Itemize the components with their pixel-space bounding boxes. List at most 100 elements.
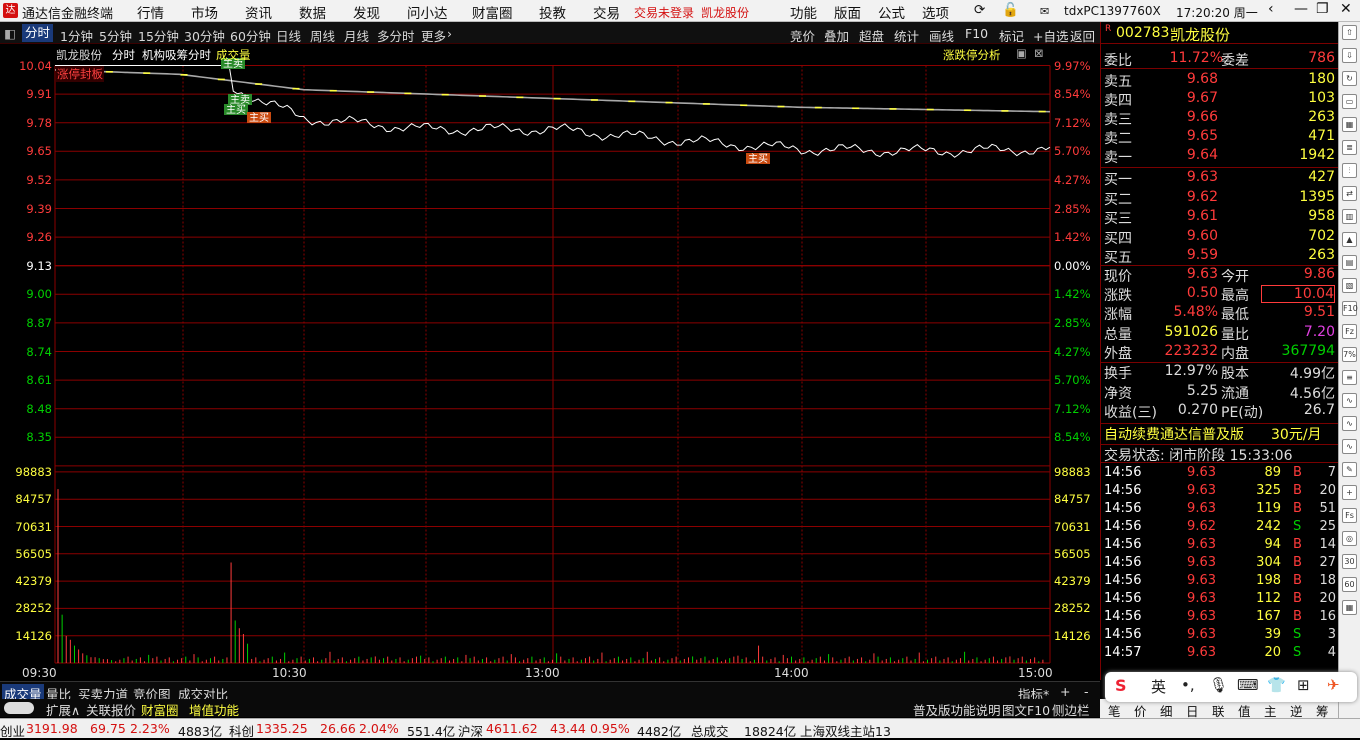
link-version-info[interactable]: 普及版功能说明: [913, 700, 1001, 719]
grid-icon[interactable]: ▦: [1342, 600, 1357, 615]
ask-row[interactable]: 卖二9.65471: [1101, 128, 1339, 147]
wave-icon[interactable]: ∿: [1342, 393, 1357, 408]
btn-jingjia[interactable]: 竞价: [790, 26, 815, 45]
ask-row[interactable]: 卖三9.66263: [1101, 109, 1339, 128]
current-stock-link[interactable]: 凯龙股份: [701, 4, 749, 21]
menu-item-gongneng[interactable]: 功能: [790, 2, 817, 22]
f10-icon[interactable]: F10: [1342, 301, 1357, 316]
chart-icon[interactable]: ▦: [1342, 117, 1357, 132]
ask-row[interactable]: 卖四9.67103: [1101, 90, 1339, 109]
bid-row[interactable]: 买四9.60702: [1101, 228, 1339, 247]
close-panel-icon[interactable]: ⊠: [1034, 46, 1044, 60]
btn-back[interactable]: 返回: [1070, 26, 1095, 45]
chevron-left-icon[interactable]: ‹: [1268, 1, 1274, 17]
menu-item-xuanxiang[interactable]: 选项: [922, 2, 949, 22]
close-icon[interactable]: ✕: [1340, 1, 1352, 17]
btn-chaopan[interactable]: 超盘: [859, 26, 884, 45]
menu-item-banmian[interactable]: 版面: [834, 2, 861, 22]
tab-expand[interactable]: 扩展∧: [46, 700, 80, 719]
tab-fenshi[interactable]: 分时: [22, 24, 53, 42]
list-icon[interactable]: ≣: [1342, 140, 1357, 155]
bid-row[interactable]: 买五9.59263: [1101, 247, 1339, 266]
compare-icon[interactable]: ⇄: [1342, 186, 1357, 201]
ime-lang[interactable]: 英: [1151, 676, 1166, 697]
chart-up-icon[interactable]: ▲: [1342, 232, 1357, 247]
menu-item-shichang[interactable]: 市场: [191, 2, 218, 22]
bid-row[interactable]: 买一9.63427: [1101, 169, 1339, 188]
doc-icon[interactable]: ▧: [1342, 278, 1357, 293]
menu-item-caifuquan[interactable]: 财富圈: [472, 2, 513, 22]
trade-status-link[interactable]: 交易未登录: [634, 4, 694, 21]
menu-icon[interactable]: ≡: [1342, 370, 1357, 385]
restore-icon[interactable]: ❐: [1316, 1, 1329, 17]
menu-item-zixun[interactable]: 资讯: [245, 2, 272, 22]
plus-icon[interactable]: +: [1342, 485, 1357, 500]
ime-toolbar[interactable]: S 英 •, 🎙 ⌨ 👕 ⊞ ✈: [1105, 672, 1357, 702]
btn-huaxian[interactable]: 画线: [929, 26, 954, 45]
sogou-icon[interactable]: S: [1115, 676, 1127, 695]
punct-icon[interactable]: •,: [1181, 676, 1195, 694]
bid-row[interactable]: 买二9.621395: [1101, 189, 1339, 208]
tools-icon[interactable]: ✈: [1327, 676, 1340, 694]
tab-60min[interactable]: 60分钟: [230, 26, 271, 45]
lock-icon[interactable]: 🔓: [1002, 2, 1019, 18]
promo-price[interactable]: 30元/月: [1271, 424, 1322, 444]
tab-related-quote[interactable]: 关联报价: [86, 700, 136, 719]
arrow-up-icon[interactable]: ⇧: [1342, 25, 1357, 40]
ask-row[interactable]: 卖五9.68180: [1101, 71, 1339, 90]
tab-monthly[interactable]: 月线: [344, 26, 369, 45]
skin-icon[interactable]: 👕: [1267, 676, 1286, 694]
menu-item-hangqing[interactable]: 行情: [137, 2, 164, 22]
zoom-out-button[interactable]: -: [1084, 684, 1089, 699]
ask-row[interactable]: 卖一9.641942: [1101, 147, 1339, 166]
bar-icon[interactable]: ▥: [1342, 209, 1357, 224]
coin-icon[interactable]: 7%: [1342, 347, 1357, 362]
refresh-icon[interactable]: ↻: [1342, 71, 1357, 86]
mic-icon[interactable]: 🎙: [1209, 676, 1228, 694]
wave3-icon[interactable]: ∿: [1342, 439, 1357, 454]
grid-icon[interactable]: ⊞: [1297, 676, 1310, 694]
table-icon[interactable]: ▤: [1342, 255, 1357, 270]
menu-item-faxian[interactable]: 发现: [353, 2, 380, 22]
btn-f10[interactable]: F10: [965, 26, 988, 41]
toggle-switch[interactable]: [4, 702, 34, 714]
btn-biaoji[interactable]: 标记: [999, 26, 1024, 45]
cycle-icon[interactable]: ◎: [1342, 531, 1357, 546]
arrow-down-icon[interactable]: ⇩: [1342, 48, 1357, 63]
promo-text[interactable]: 自动续费通达信普及版: [1104, 424, 1244, 444]
fs-icon[interactable]: Fs: [1342, 508, 1357, 523]
intraday-chart[interactable]: 主卖主卖主买主买主买 凯龙股份 分时 机构吸筹分时 成交量 涨跌停分析 ▣ ⊠ …: [0, 44, 1100, 664]
pen-icon[interactable]: ✎: [1342, 462, 1357, 477]
mail-icon[interactable]: ✉: [1040, 5, 1049, 18]
candlestick-icon[interactable]: ⫶: [1342, 163, 1357, 178]
menu-item-shuju[interactable]: 数据: [299, 2, 326, 22]
tab-1min[interactable]: 1分钟: [60, 26, 93, 45]
tab-multi-fenshi[interactable]: 多分时: [377, 26, 415, 45]
btn-add-watch[interactable]: +自选: [1033, 26, 1068, 45]
wave2-icon[interactable]: ∿: [1342, 416, 1357, 431]
tab-5min[interactable]: 5分钟: [99, 26, 132, 45]
menu-item-toujiao[interactable]: 投教: [539, 2, 566, 22]
bid-row[interactable]: 买三9.61958: [1101, 208, 1339, 227]
tab-more[interactable]: 更多: [421, 26, 446, 45]
fz-icon[interactable]: Fz: [1342, 324, 1357, 339]
panel-toggle-icon[interactable]: ◧: [4, 26, 16, 41]
btn-diejia[interactable]: 叠加: [824, 26, 849, 45]
monitor-icon[interactable]: ▭: [1342, 94, 1357, 109]
refresh-icon[interactable]: ⟳: [974, 2, 985, 18]
n60-icon[interactable]: 60: [1342, 577, 1357, 592]
tab-daily[interactable]: 日线: [276, 26, 301, 45]
tab-value-added[interactable]: 增值功能: [189, 700, 239, 719]
promo-row[interactable]: 自动续费通达信普及版 30元/月: [1101, 423, 1339, 442]
tab-15min[interactable]: 15分钟: [138, 26, 179, 45]
settings-icon[interactable]: ▣: [1016, 46, 1027, 60]
menu-item-jiaoyi[interactable]: 交易: [593, 2, 620, 22]
tab-30min[interactable]: 30分钟: [184, 26, 225, 45]
link-f10[interactable]: 图文F10: [1002, 700, 1050, 719]
zoom-in-button[interactable]: +: [1060, 684, 1070, 699]
tab-caifuquan[interactable]: 财富圈: [141, 700, 179, 719]
chevron-right-icon[interactable]: ›: [447, 26, 452, 41]
menu-item-wenxiaoda[interactable]: 问小达: [407, 2, 448, 22]
minimize-icon[interactable]: —: [1294, 1, 1308, 17]
keyboard-icon[interactable]: ⌨: [1237, 676, 1259, 694]
